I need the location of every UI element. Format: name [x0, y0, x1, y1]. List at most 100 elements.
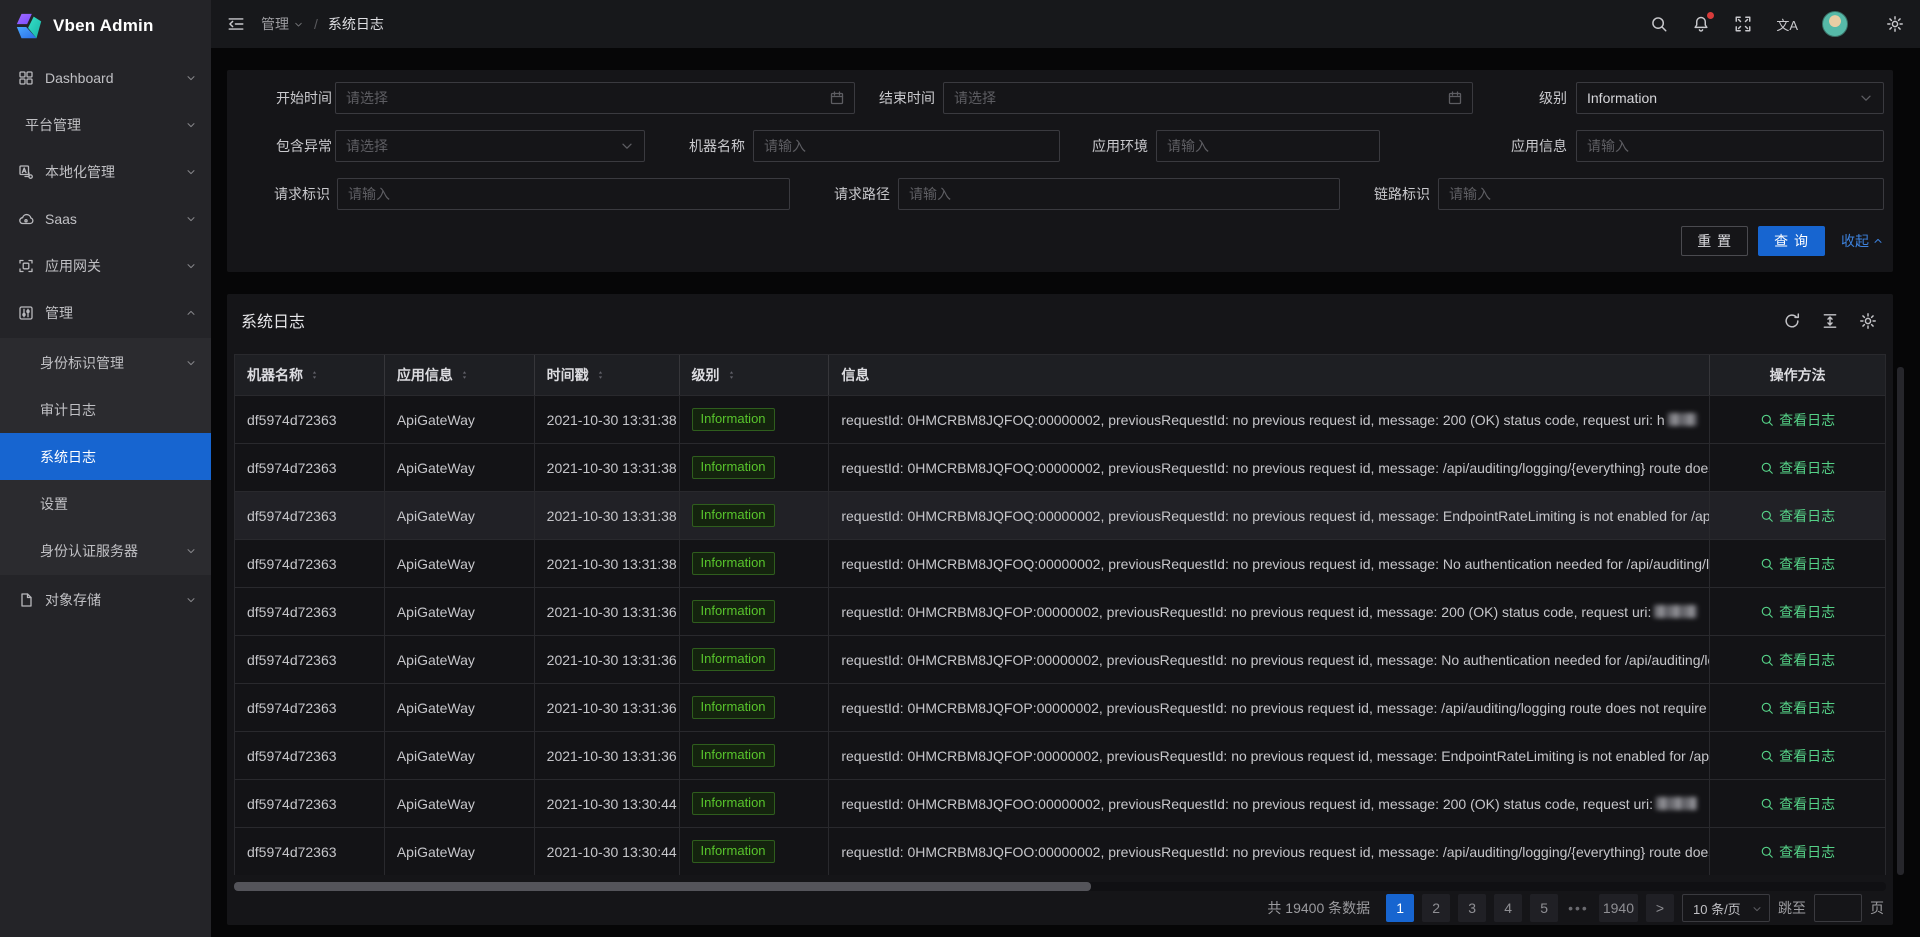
jump-page-input[interactable] [1814, 894, 1862, 922]
menu-fold-icon[interactable] [227, 15, 245, 33]
horizontal-scrollbar[interactable] [234, 882, 1886, 891]
app_info-input[interactable] [1587, 138, 1853, 154]
view-log-link[interactable]: 查看日志 [1760, 842, 1835, 862]
next-page-button[interactable]: > [1646, 894, 1674, 922]
reset-button[interactable]: 重 置 [1681, 226, 1748, 256]
sidebar-item-localization[interactable]: 本地化管理 [0, 150, 211, 194]
search-icon[interactable] [1650, 15, 1668, 33]
cell-app: ApiGateWay [385, 540, 535, 587]
view-log-link[interactable]: 查看日志 [1760, 746, 1835, 766]
management-icon [18, 305, 34, 321]
page-button-2[interactable]: 2 [1422, 894, 1450, 922]
avatar[interactable] [1822, 11, 1848, 37]
cell-app: ApiGateWay [385, 396, 535, 443]
pagination-pages: 12345 ••• 1940 [1386, 894, 1638, 922]
column-header-level[interactable]: 级别 [680, 355, 830, 395]
bell-icon[interactable] [1692, 15, 1710, 33]
page-button-1[interactable]: 1 [1386, 894, 1414, 922]
page-button-1940[interactable]: 1940 [1599, 894, 1638, 922]
view-log-label: 查看日志 [1779, 794, 1835, 814]
table-body: df5974d72363 ApiGateWay 2021-10-30 13:31… [235, 395, 1885, 875]
view-log-link[interactable]: 查看日志 [1760, 794, 1835, 814]
sidebar-item-system-log[interactable]: 系统日志 [0, 433, 211, 480]
table-row: df5974d72363 ApiGateWay 2021-10-30 13:30… [235, 827, 1885, 875]
cell-time: 2021-10-30 13:31:38 [535, 492, 680, 539]
sidebar-item-identity-mgmt[interactable]: 身份标识管理 [0, 339, 211, 386]
fullscreen-icon[interactable] [1734, 15, 1752, 33]
view-log-link[interactable]: 查看日志 [1760, 650, 1835, 670]
sidebar-item-audit-log[interactable]: 审计日志 [0, 386, 211, 433]
logo[interactable]: Vben Admin [0, 0, 211, 52]
view-log-link[interactable]: 查看日志 [1760, 602, 1835, 622]
pagination-ellipsis[interactable]: ••• [1566, 900, 1591, 916]
column-settings-icon[interactable] [1859, 312, 1877, 330]
column-header-app[interactable]: 应用信息 [385, 355, 535, 395]
level-label: 级别 [1437, 82, 1567, 114]
collapse-link[interactable]: 收起 [1841, 231, 1884, 251]
view-log-link[interactable]: 查看日志 [1760, 554, 1835, 574]
trace_id-field[interactable] [1438, 178, 1884, 210]
breadcrumb-parent-label: 管理 [261, 14, 289, 34]
sidebar-item-object-storage[interactable]: 对象存储 [0, 578, 211, 622]
horizontal-scrollbar-thumb[interactable] [234, 882, 1091, 891]
sidebar-item-auth-server[interactable]: 身份认证服务器 [0, 527, 211, 574]
cell-action: 查看日志 [1710, 540, 1885, 587]
level-badge: Information [692, 408, 775, 431]
row-height-icon[interactable] [1821, 312, 1839, 330]
view-log-label: 查看日志 [1779, 458, 1835, 478]
level-field[interactable]: Information [1576, 82, 1884, 114]
translate-icon[interactable]: 文A [1776, 15, 1798, 34]
sort-icon[interactable] [459, 368, 470, 382]
breadcrumb-parent[interactable]: 管理 [261, 14, 304, 34]
sidebar-item-management[interactable]: 管理 [0, 291, 211, 335]
view-log-link[interactable]: 查看日志 [1760, 458, 1835, 478]
cell-message: requestId: 0HMCRBM8JQFOQ:00000002, previ… [829, 396, 1710, 443]
cell-level: Information [680, 732, 830, 779]
page-button-5[interactable]: 5 [1530, 894, 1558, 922]
app_info-field[interactable] [1576, 130, 1884, 162]
chevron-down-icon [185, 72, 197, 84]
cell-message: requestId: 0HMCRBM8JQFOP:00000002, previ… [829, 732, 1710, 779]
search-button[interactable]: 查 询 [1758, 226, 1825, 256]
jump-label: 跳至 [1778, 898, 1806, 918]
sidebar-item-dashboard[interactable]: Dashboard [0, 56, 211, 100]
column-header-machine[interactable]: 机器名称 [235, 355, 385, 395]
sort-icon[interactable] [595, 368, 606, 382]
storage-icon [18, 592, 34, 608]
chevron-up-icon [1872, 235, 1884, 247]
page-button-4[interactable]: 4 [1494, 894, 1522, 922]
cell-level: Information [680, 444, 830, 491]
cell-message: requestId: 0HMCRBM8JQFOO:00000002, previ… [829, 780, 1710, 827]
refresh-icon[interactable] [1783, 312, 1801, 330]
logo-icon [14, 11, 44, 41]
cell-action: 查看日志 [1710, 684, 1885, 731]
chevron-up-icon [185, 307, 197, 319]
column-label: 应用信息 [397, 365, 453, 385]
cell-machine: df5974d72363 [235, 540, 385, 587]
cell-time: 2021-10-30 13:31:36 [535, 588, 680, 635]
cell-message: requestId: 0HMCRBM8JQFOQ:00000002, previ… [829, 444, 1710, 491]
view-log-link[interactable]: 查看日志 [1760, 698, 1835, 718]
view-log-link[interactable]: 查看日志 [1760, 410, 1835, 430]
sidebar-item-platform-mgmt[interactable]: 平台管理 [0, 103, 211, 147]
view-log-label: 查看日志 [1779, 410, 1835, 430]
page-button-3[interactable]: 3 [1458, 894, 1486, 922]
column-header-message: 信息 [829, 355, 1710, 395]
settings-gear-icon[interactable] [1886, 15, 1904, 33]
page-size-select[interactable]: 10 条/页 [1682, 894, 1770, 922]
trace_id-input[interactable] [1449, 186, 1853, 202]
column-label: 时间戳 [547, 365, 589, 385]
redacted-text [1656, 797, 1697, 810]
cell-message: requestId: 0HMCRBM8JQFOQ:00000002, previ… [829, 540, 1710, 587]
sidebar-item-settings[interactable]: 设置 [0, 480, 211, 527]
sidebar-item-app-gateway[interactable]: 应用网关 [0, 244, 211, 288]
cell-level: Information [680, 780, 830, 827]
vertical-scrollbar[interactable] [1897, 367, 1904, 875]
view-log-link[interactable]: 查看日志 [1760, 506, 1835, 526]
sort-icon[interactable] [726, 368, 737, 382]
column-header-time[interactable]: 时间戳 [535, 355, 680, 395]
sort-icon[interactable] [309, 368, 320, 382]
dashboard-icon [18, 70, 34, 86]
filter-row: 链路标识 [227, 178, 1893, 210]
sidebar-item-saas[interactable]: Saas [0, 197, 211, 241]
